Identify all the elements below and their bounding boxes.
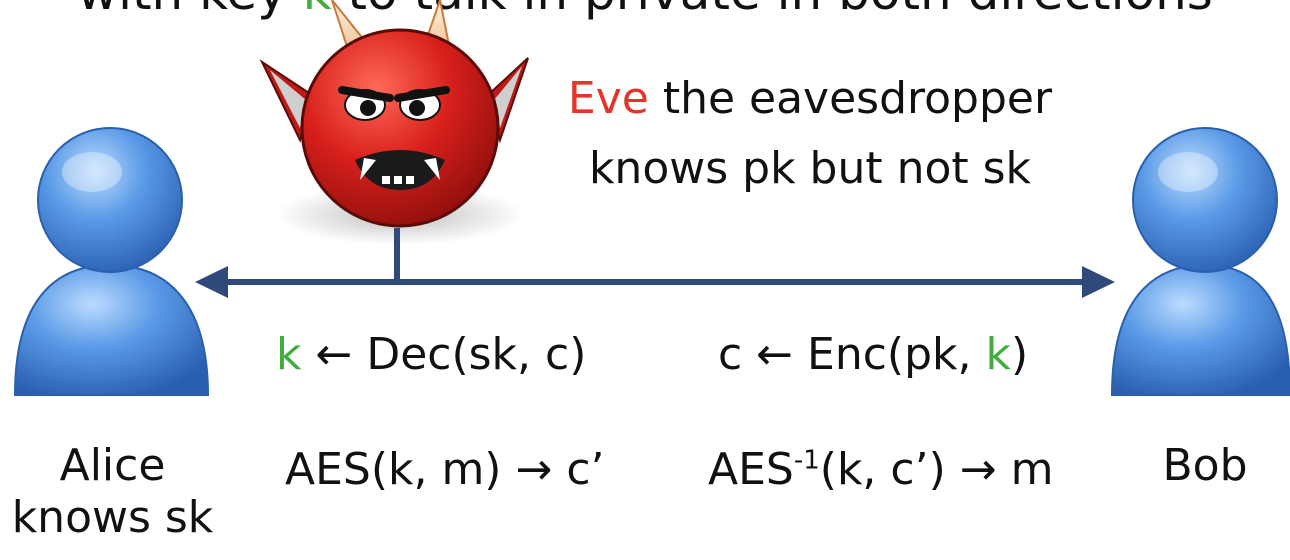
dec-key: k (276, 329, 302, 380)
alice-person-icon (13, 127, 210, 396)
bob-person-icon (1110, 127, 1290, 396)
channel-arrow (195, 266, 1115, 298)
alice-label: Alice knows sk (0, 440, 225, 544)
dec-step: k ← Dec(sk, c) (276, 329, 587, 380)
eve-devil-icon (259, 0, 529, 245)
enc-key: k (985, 329, 1011, 380)
aes-encrypt-step: AES(k, m) → c’ (285, 444, 605, 495)
eve-caption-line1: Eve the eavesdropper (567, 73, 1053, 124)
aes-decrypt-step: AES-1(k, c’) → m (708, 444, 1054, 495)
alice-knows: knows sk (11, 492, 214, 543)
eve-caption-line2: knows pk but not sk (588, 143, 1032, 194)
bob-label: Bob (1162, 440, 1248, 491)
eve-name: Eve (567, 73, 649, 124)
eve-caption: Eve the eavesdropper knows pk but not sk (530, 64, 1090, 204)
enc-step: c ← Enc(pk, k) (718, 329, 1029, 380)
